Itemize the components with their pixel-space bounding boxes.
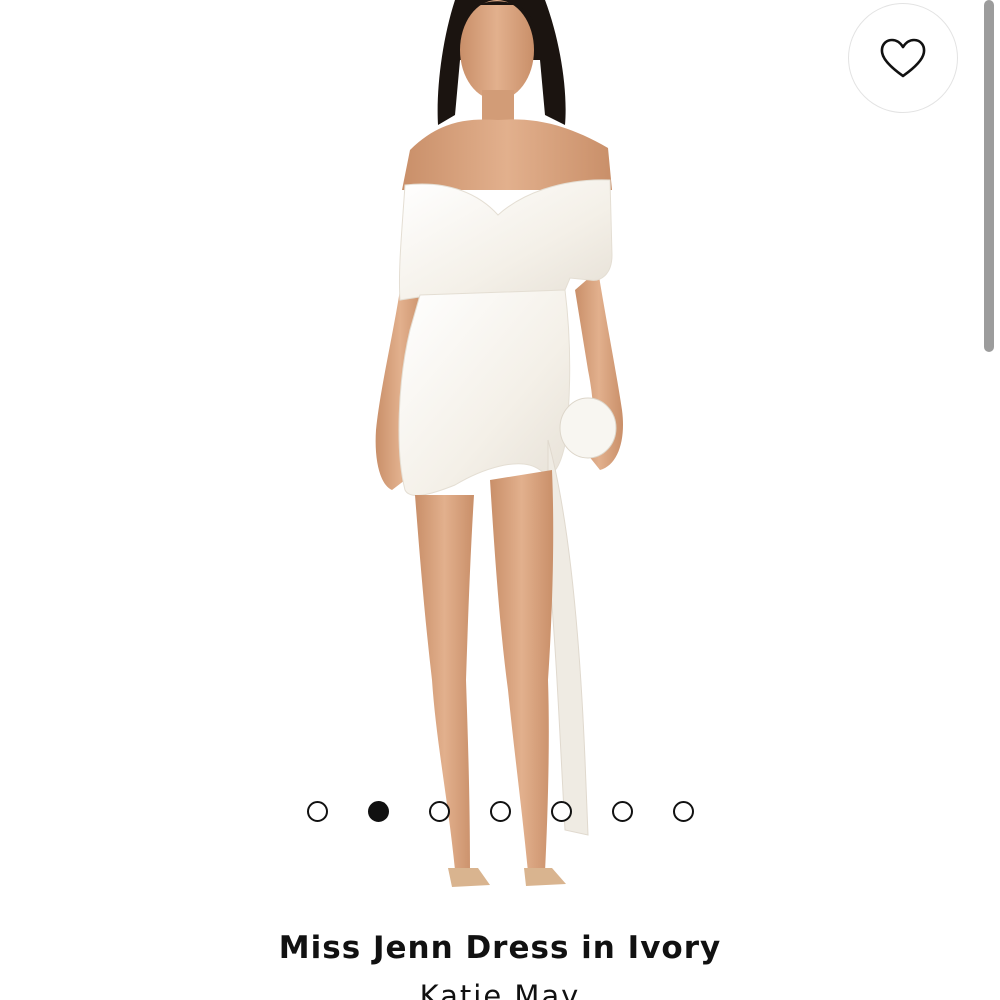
carousel-dot[interactable] (550, 801, 572, 822)
model-photo (375, 0, 624, 887)
carousel-dot[interactable] (306, 801, 328, 822)
scrollbar-thumb[interactable] (984, 0, 994, 352)
carousel-dots (0, 801, 1000, 823)
product-page: Miss Jenn Dress in Ivory Katie May (0, 0, 1000, 1000)
heart-icon (880, 38, 926, 78)
product-title: Miss Jenn Dress in Ivory (278, 930, 722, 966)
product-image[interactable] (0, 0, 1000, 910)
product-brand[interactable]: Katie May (0, 978, 1000, 1000)
carousel-dot[interactable] (428, 801, 450, 822)
carousel-dot[interactable] (672, 801, 694, 822)
wishlist-button[interactable] (848, 3, 958, 113)
carousel-dot[interactable] (611, 801, 633, 822)
carousel-dot[interactable] (489, 801, 511, 822)
carousel-dot[interactable] (367, 801, 389, 822)
